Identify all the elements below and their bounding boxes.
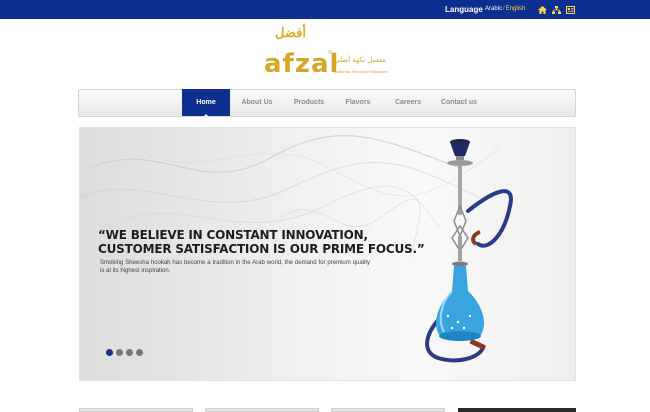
bottom-tab-1[interactable] bbox=[79, 408, 193, 412]
nav-careers[interactable]: Careers bbox=[385, 90, 431, 116]
hero-quote: “WE BELIEVE IN CONSTANT INNOVATION, CUST… bbox=[98, 228, 425, 256]
logo-arabic-mark: أفضل bbox=[275, 26, 306, 41]
lang-separator: / bbox=[503, 6, 505, 12]
top-bar: Language Arabic/English bbox=[0, 0, 650, 19]
language-label: Language bbox=[445, 5, 483, 14]
contact-icon[interactable] bbox=[566, 6, 575, 14]
language-switcher: Arabic/English bbox=[485, 6, 525, 12]
hero-description: Smoking Sheesha hookah has become a trad… bbox=[100, 260, 370, 274]
sitemap-icon[interactable] bbox=[552, 6, 561, 14]
slider-dot-3[interactable] bbox=[126, 349, 133, 356]
bottom-tab-2[interactable] bbox=[205, 408, 319, 412]
logo-arabic-text: معسل نكهة أصلي bbox=[334, 56, 386, 64]
nav-products[interactable]: Products bbox=[285, 90, 333, 116]
hero-quote-line1: “WE BELIEVE IN CONSTANT INNOVATION, bbox=[98, 228, 368, 242]
bottom-tab-3[interactable] bbox=[331, 408, 445, 412]
afzal-logo[interactable]: أفضل afzal ® معسل نكهة أصلي Authentic Fl… bbox=[258, 24, 408, 82]
slider-dot-2[interactable] bbox=[116, 349, 123, 356]
slider-dot-1[interactable] bbox=[106, 349, 113, 356]
hookah-image bbox=[425, 139, 513, 363]
nav-about-us[interactable]: About Us bbox=[233, 90, 281, 116]
hero-quote-line2: CUSTOMER SATISFACTION IS OUR PRIME FOCUS… bbox=[98, 242, 425, 256]
lang-english-link[interactable]: English bbox=[506, 6, 526, 12]
main-nav: Home About Us Products Flavors Careers C… bbox=[78, 89, 576, 117]
lang-arabic-link[interactable]: Arabic bbox=[485, 6, 502, 12]
slider-dot-4[interactable] bbox=[136, 349, 143, 356]
home-icon[interactable] bbox=[538, 6, 547, 14]
bottom-tab-4[interactable] bbox=[458, 408, 576, 412]
logo-trademark: ® bbox=[328, 50, 332, 56]
nav-contact-us[interactable]: Contact us bbox=[431, 90, 487, 116]
logo-tagline: Authentic Flavoured Molasses bbox=[334, 69, 388, 74]
nav-flavors[interactable]: Flavors bbox=[335, 90, 381, 116]
nav-home[interactable]: Home bbox=[182, 89, 230, 117]
hero-slider: “WE BELIEVE IN CONSTANT INNOVATION, CUST… bbox=[79, 127, 576, 381]
